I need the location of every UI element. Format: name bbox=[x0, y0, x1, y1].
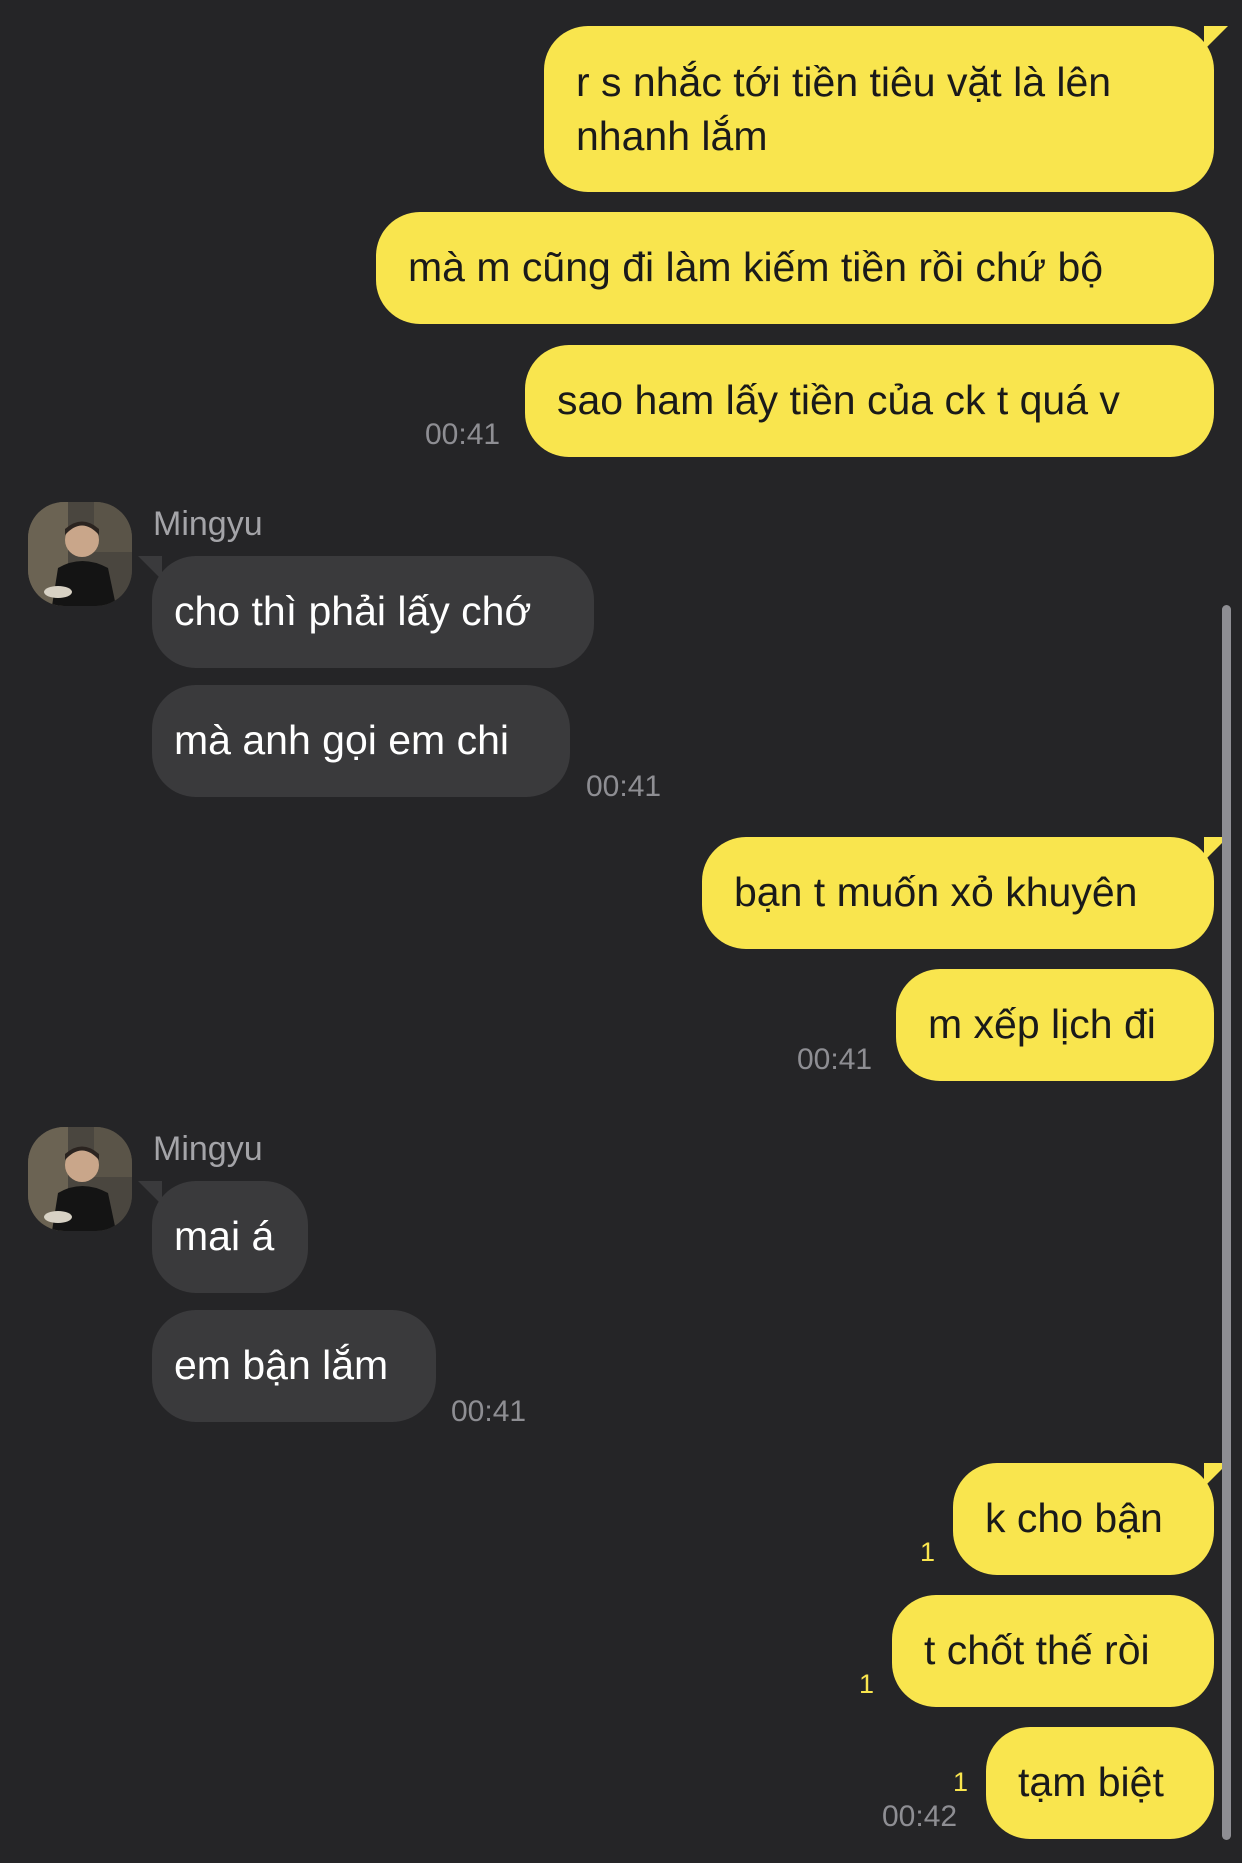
contact-avatar[interactable] bbox=[28, 502, 132, 606]
avatar-photo-icon bbox=[28, 502, 132, 606]
unread-count: 1 bbox=[859, 1669, 875, 1699]
scrollbar[interactable] bbox=[1222, 605, 1231, 1840]
sent-message[interactable]: k cho bận bbox=[953, 1463, 1228, 1575]
received-message[interactable]: em bận lắm bbox=[152, 1310, 436, 1422]
received-message[interactable]: mai á bbox=[138, 1181, 308, 1293]
message-timestamp: 00:41 bbox=[797, 1043, 873, 1076]
message-timestamp: 00:42 bbox=[882, 1800, 958, 1833]
sent-message[interactable]: m xếp lịch đi bbox=[896, 969, 1214, 1081]
sender-name: Mingyu bbox=[153, 505, 263, 543]
message-timestamp: 00:41 bbox=[586, 770, 662, 803]
message-timestamp: 00:41 bbox=[425, 418, 501, 451]
sent-message[interactable]: r s nhắc tới tiền tiêu vặt là lên nhanh … bbox=[544, 26, 1228, 192]
sent-message[interactable]: t chốt thế ròi bbox=[892, 1595, 1214, 1707]
contact-avatar[interactable] bbox=[28, 1127, 132, 1231]
received-message[interactable]: cho thì phải lấy chớ bbox=[138, 556, 594, 668]
sent-message[interactable]: mà m cũng đi làm kiếm tiền rồi chứ bộ bbox=[376, 212, 1214, 324]
unread-count: 1 bbox=[920, 1537, 936, 1567]
sender-name: Mingyu bbox=[153, 1130, 263, 1168]
sent-message[interactable]: tạm biệt bbox=[986, 1727, 1214, 1839]
received-message[interactable]: mà anh gọi em chi bbox=[152, 685, 570, 797]
sent-message[interactable]: bạn t muốn xỏ khuyên bbox=[702, 837, 1228, 949]
sent-message[interactable]: sao ham lấy tiền của ck t quá v bbox=[525, 345, 1214, 457]
avatar-photo-icon bbox=[28, 1127, 132, 1231]
chat-view: r s nhắc tới tiền tiêu vặt là lên nhanh … bbox=[0, 0, 1242, 1863]
unread-count: 1 bbox=[953, 1767, 969, 1797]
message-timestamp: 00:41 bbox=[451, 1395, 527, 1428]
